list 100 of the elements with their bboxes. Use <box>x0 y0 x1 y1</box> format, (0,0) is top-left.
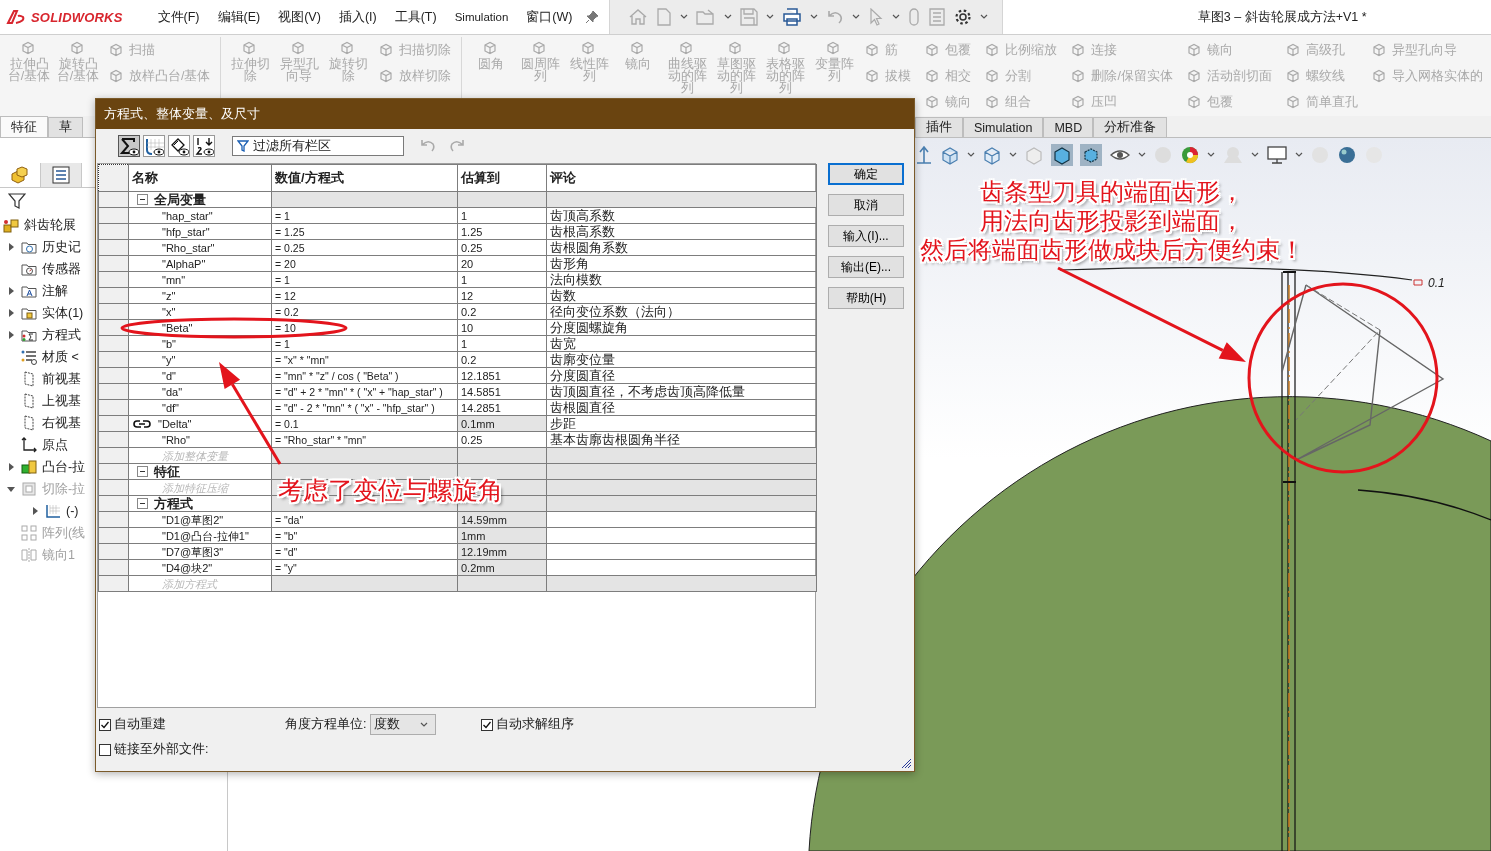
caret-icon[interactable] <box>766 13 775 21</box>
caret-icon[interactable] <box>892 13 901 21</box>
variable-name: "D4@块2" <box>161 560 213 575</box>
menu-item[interactable]: 文件(F) <box>148 8 209 26</box>
shaded-cube-icon[interactable] <box>1080 144 1102 166</box>
tree-item[interactable]: 斜齿轮展 <box>24 216 76 234</box>
caret-icon[interactable] <box>1009 151 1017 159</box>
shaded-cube-icon[interactable] <box>1051 144 1073 166</box>
expand-arrow-icon[interactable] <box>7 330 15 340</box>
section-title: 方程式 <box>154 496 193 511</box>
expand-arrow-icon[interactable] <box>31 506 39 516</box>
caret-icon[interactable] <box>1251 151 1259 159</box>
add-row-field[interactable]: 添加特征压缩 <box>128 479 272 496</box>
tree-item[interactable]: 切除-拉 <box>42 480 86 498</box>
caret-icon[interactable] <box>852 13 861 21</box>
filter-icon[interactable] <box>8 192 26 210</box>
caret-icon[interactable] <box>967 151 975 159</box>
tree-item[interactable]: 原点 <box>42 436 68 454</box>
toolbar-button[interactable] <box>118 135 140 157</box>
dialog-button[interactable]: 帮助(H) <box>828 287 904 309</box>
input-field[interactable]: 添加方程式 <box>132 576 268 591</box>
dialog-button[interactable]: 输出(E)... <box>828 256 904 278</box>
color-wheel-icon[interactable] <box>1180 145 1200 165</box>
dialog-button[interactable]: 确定 <box>828 163 904 185</box>
filter-input[interactable]: 过滤所有栏区 <box>253 139 393 153</box>
tree-item[interactable]: 注解 <box>42 282 68 300</box>
column-header[interactable]: 估算到 <box>457 164 547 192</box>
caret-icon[interactable] <box>1295 151 1303 159</box>
menu-item[interactable]: 工具(T) <box>385 8 446 26</box>
input-field[interactable]: 添加整体变量 <box>132 448 268 463</box>
table-cell: 20 <box>457 255 547 272</box>
toolbar-button[interactable] <box>168 135 190 157</box>
tree-item[interactable]: 上视基 <box>42 392 81 410</box>
variable-name: "mn" <box>161 272 186 287</box>
input-field[interactable]: 添加特征压缩 <box>132 480 268 495</box>
resize-grip-icon[interactable] <box>900 757 912 769</box>
dialog-button[interactable]: 输入(I)... <box>828 225 904 247</box>
table-cell: = 1 <box>271 335 458 352</box>
menu-item[interactable]: Simulation <box>445 11 518 23</box>
command-tab[interactable]: 特征 <box>0 116 48 137</box>
menu-item[interactable]: 视图(V) <box>269 8 330 26</box>
expand-arrow-icon[interactable] <box>7 286 15 296</box>
dialog-button[interactable]: 取消 <box>828 194 904 216</box>
command-tab[interactable]: MBD <box>1043 117 1094 137</box>
caret-icon[interactable] <box>810 13 819 21</box>
menu-item[interactable]: 窗口(W) <box>517 8 582 26</box>
menu-item[interactable]: 插入(I) <box>329 8 386 26</box>
command-tab[interactable]: Simulation <box>963 117 1044 137</box>
panel-tab[interactable] <box>41 163 82 187</box>
axis-arrow-icon[interactable] <box>915 145 933 165</box>
toolbar-button[interactable] <box>193 135 215 157</box>
expand-arrow-icon[interactable] <box>7 462 15 472</box>
caret-icon[interactable] <box>980 13 989 21</box>
cube-icon[interactable] <box>982 145 1002 165</box>
tree-item[interactable]: 右视基 <box>42 414 81 432</box>
caret-icon[interactable] <box>1207 151 1215 159</box>
tree-item[interactable]: 前视基 <box>42 370 81 388</box>
table-cell: 齿根圆直径 <box>546 399 817 416</box>
mirror-icon <box>21 547 37 563</box>
caret-icon[interactable] <box>724 13 733 21</box>
command-tab[interactable]: 分析准备 <box>1093 117 1168 137</box>
tree-item[interactable]: 历史记 <box>42 238 81 256</box>
column-header[interactable]: 数值/方程式 <box>271 164 458 192</box>
command-tab[interactable]: 插件 <box>915 117 963 137</box>
caret-icon[interactable] <box>680 13 689 21</box>
column-header[interactable]: 评论 <box>546 164 817 192</box>
menu-item[interactable]: 编辑(E) <box>208 8 270 26</box>
checkbox[interactable] <box>481 718 493 731</box>
checkbox[interactable] <box>99 718 111 731</box>
cube-icon[interactable] <box>940 145 960 165</box>
expand-arrow-icon[interactable] <box>7 308 15 318</box>
sphere-icon[interactable] <box>1337 145 1357 165</box>
tree-item[interactable]: 传感器 <box>42 260 81 278</box>
tree-item[interactable]: 镜向1 <box>42 546 75 564</box>
expand-arrow-icon[interactable] <box>7 242 15 252</box>
column-header[interactable]: 名称 <box>128 164 272 192</box>
collapse-arrow-icon[interactable] <box>6 485 16 493</box>
unit-dropdown[interactable]: 度数 <box>370 714 437 735</box>
collapse-icon[interactable] <box>137 498 148 509</box>
toolbar-button[interactable] <box>143 135 165 157</box>
annotation-text: 考虑了变位与螺旋角 <box>278 475 503 507</box>
filter-field[interactable]: 过滤所有栏区 <box>232 136 404 156</box>
cube-icon <box>1070 94 1087 110</box>
caret-icon[interactable] <box>1138 151 1146 159</box>
cube-icon <box>984 68 1001 84</box>
monitor-icon[interactable] <box>1266 145 1288 165</box>
tree-item[interactable]: 材质 < <box>42 348 79 366</box>
tree-item[interactable]: (-) <box>66 504 79 518</box>
pin-icon[interactable] <box>585 10 600 24</box>
checkbox[interactable] <box>99 743 111 756</box>
tree-item[interactable]: 凸台-拉 <box>42 458 86 476</box>
tree-item[interactable]: 阵列(线 <box>42 524 86 542</box>
print-icon[interactable] <box>782 8 803 26</box>
settings-icon[interactable] <box>954 8 973 26</box>
collapse-icon[interactable] <box>137 194 148 205</box>
tree-item[interactable]: 方程式 <box>42 326 81 344</box>
command-tab[interactable]: 草 <box>48 117 83 137</box>
collapse-icon[interactable] <box>137 466 148 477</box>
tree-item[interactable]: 实体(1) <box>42 304 84 322</box>
add-row-field[interactable]: 添加方程式 <box>128 575 272 592</box>
